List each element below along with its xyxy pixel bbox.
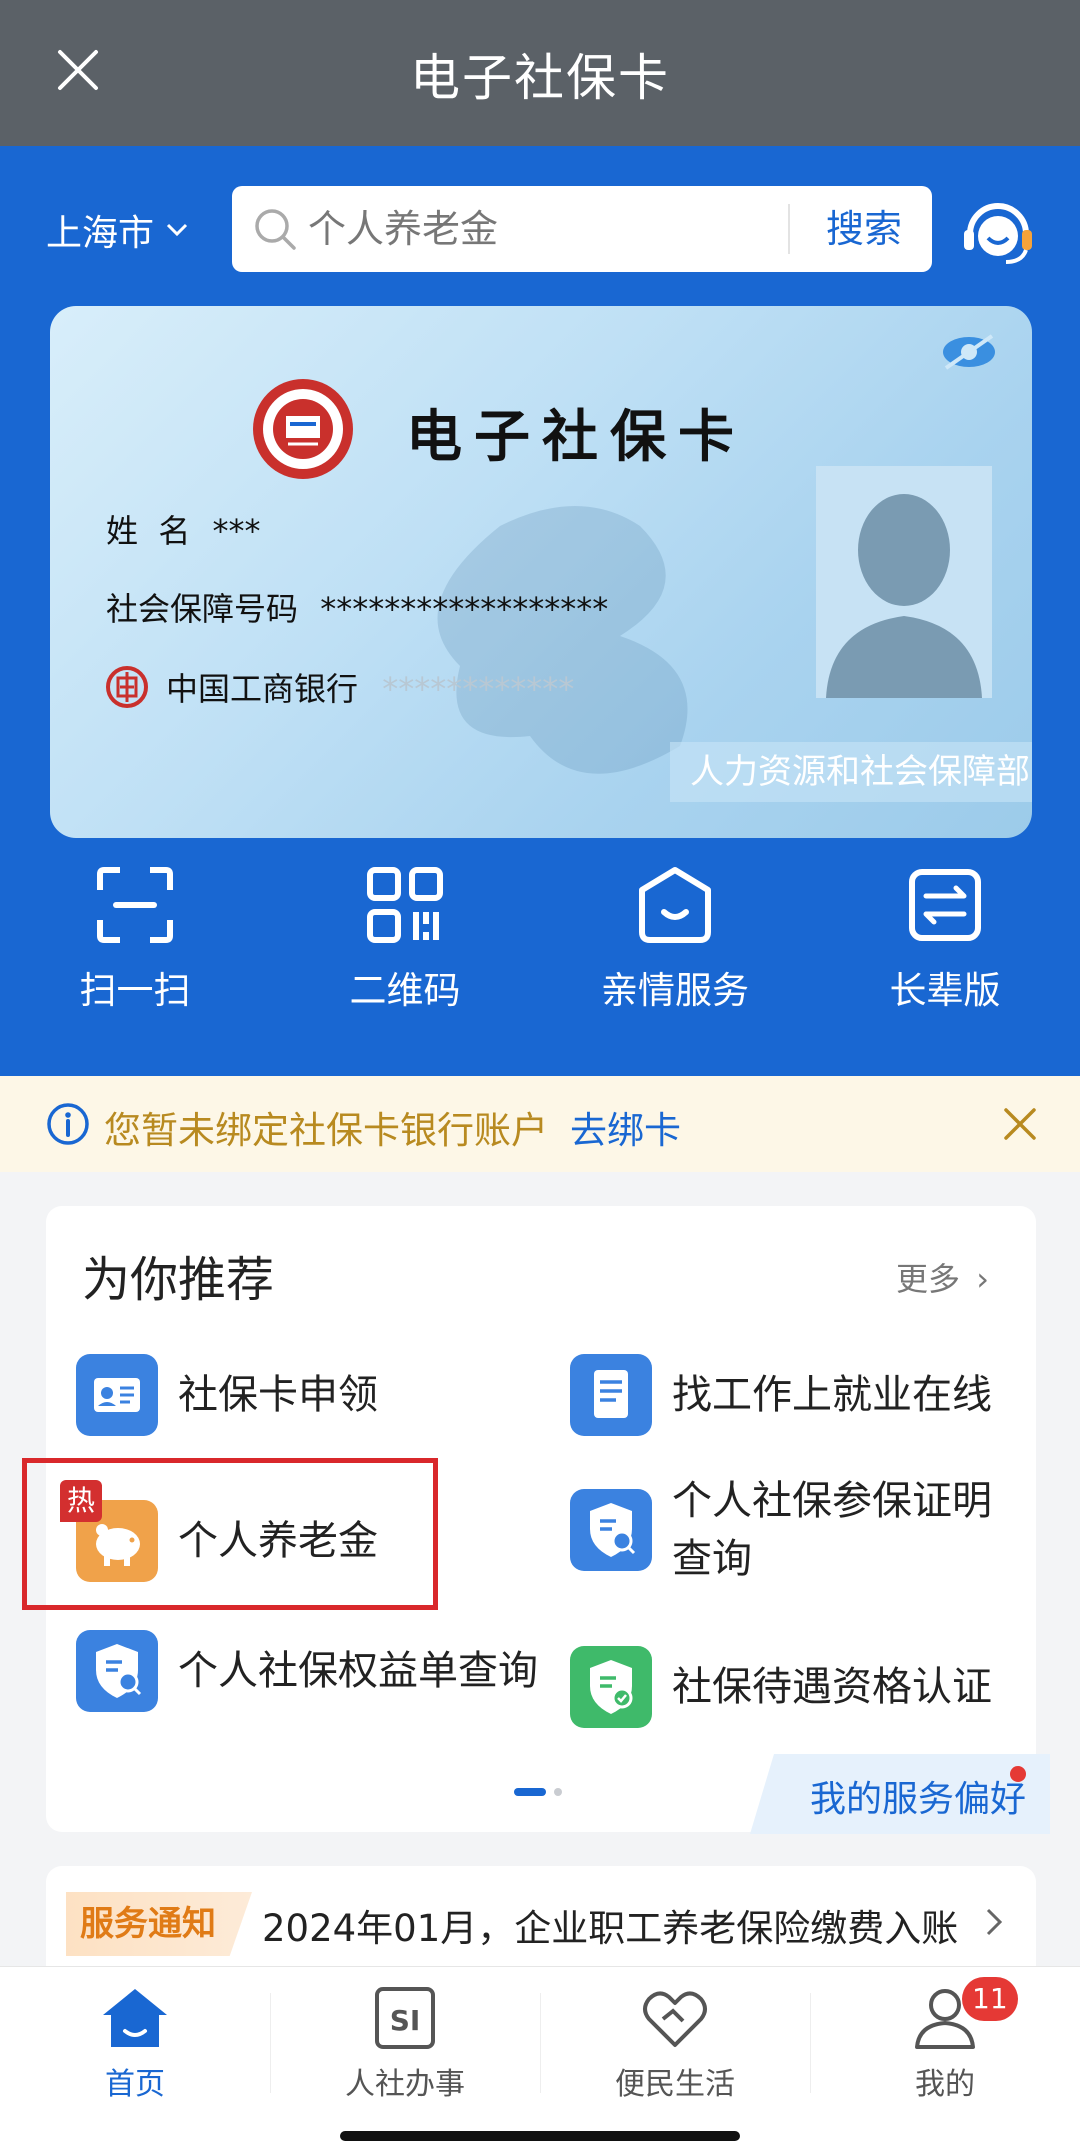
name-label: 姓 名 xyxy=(106,512,191,550)
recommend-item[interactable]: 个人社保参保证明查询 xyxy=(570,1472,1030,1588)
bind-card-notice: 您暂未绑定社保卡银行账户 去绑卡 xyxy=(0,1076,1080,1172)
elder-mode-icon xyxy=(909,869,981,941)
shield-search-icon xyxy=(76,1630,158,1712)
tab-label: 首页 xyxy=(105,2067,165,2102)
city-selector[interactable]: 上海市 xyxy=(46,204,190,256)
qrcode-label: 二维码 xyxy=(349,969,461,1012)
ssn-row: 社会保障号码 ****************** xyxy=(106,584,608,630)
more-label: 更多 xyxy=(896,1260,961,1298)
header-area: 上海市 搜索 xyxy=(0,146,1080,1076)
page-indicator xyxy=(514,1788,562,1796)
info-icon xyxy=(47,1103,89,1145)
elder-mode-button[interactable]: 长辈版 xyxy=(830,866,1060,1014)
item-label: 找工作上就业在线 xyxy=(672,1372,992,1418)
tab-label: 我的 xyxy=(915,2067,975,2102)
page-dot xyxy=(554,1788,562,1796)
chevron-down-icon xyxy=(166,223,188,237)
home-indicator xyxy=(340,2131,740,2141)
avatar-photo xyxy=(816,466,992,698)
recommend-item[interactable]: 社保卡申领 xyxy=(76,1354,378,1436)
si-icon: SI xyxy=(375,1987,435,2049)
more-link[interactable]: 更多 › xyxy=(896,1254,989,1300)
tab-mine[interactable]: 11 我的 xyxy=(810,1977,1080,2103)
service-notice-tag: 服务通知 xyxy=(66,1892,252,1956)
page-dot-active xyxy=(514,1788,546,1796)
service-notification[interactable]: 服务通知 2024年01月，企业职工养老保险缴费入账 xyxy=(46,1866,1036,1976)
item-label: 个人社保参保证明查询 xyxy=(672,1478,992,1582)
highlight-frame xyxy=(22,1458,438,1610)
qrcode-icon xyxy=(367,867,443,943)
recommend-item[interactable]: 个人社保权益单查询 xyxy=(76,1630,546,1712)
home-icon xyxy=(103,1989,167,2047)
recommend-title: 为你推荐 xyxy=(82,1252,275,1308)
name-row: 姓 名 *** xyxy=(106,506,261,552)
chevron-right-icon: › xyxy=(976,1260,989,1298)
bank-name: 中国工商银行 xyxy=(166,670,359,708)
tab-home[interactable]: 首页 xyxy=(0,1985,270,2103)
bind-card-link[interactable]: 去绑卡 xyxy=(570,1100,681,1154)
search-button[interactable]: 搜索 xyxy=(804,202,924,256)
issuer-label: 人力资源和社会保障部 xyxy=(670,742,1032,802)
family-service-icon xyxy=(639,867,711,943)
service-preference-button[interactable]: 我的服务偏好 xyxy=(750,1754,1050,1834)
chevron-right-icon xyxy=(986,1908,1003,1936)
document-icon xyxy=(570,1354,652,1436)
search-box: 搜索 xyxy=(232,186,932,272)
id-card-icon xyxy=(76,1354,158,1436)
heart-hand-icon xyxy=(643,1991,707,2047)
bank-account: ************ xyxy=(382,670,575,708)
notice-text: 您暂未绑定社保卡银行账户 xyxy=(104,1109,548,1152)
notification-badge: 11 xyxy=(962,1977,1018,2021)
page-title: 电子社保卡 xyxy=(410,49,670,107)
item-label: 个人社保权益单查询 xyxy=(178,1648,538,1694)
tab-convenience[interactable]: 便民生活 xyxy=(540,1985,810,2103)
svg-text:SI: SI xyxy=(390,2004,421,2037)
search-divider xyxy=(788,204,790,254)
bottom-nav: 首页 SI 人社办事 便民生活 11 我的 xyxy=(0,1966,1080,2150)
close-icon[interactable] xyxy=(1000,1104,1040,1144)
item-label: 社保待遇资格认证 xyxy=(672,1664,992,1710)
shield-search-icon xyxy=(570,1489,652,1571)
eye-icon[interactable] xyxy=(940,332,998,372)
scan-icon xyxy=(97,867,173,943)
service-notice-text: 2024年01月，企业职工养老保险缴费入账 xyxy=(262,1907,959,1950)
recommend-item[interactable]: 找工作上就业在线 xyxy=(570,1354,992,1436)
tab-label: 人社办事 xyxy=(345,2067,465,2102)
name-value: *** xyxy=(212,512,261,550)
customer-service-icon[interactable] xyxy=(960,190,1036,270)
title-bar: 电子社保卡 xyxy=(0,0,1080,146)
bank-row: 中国工商银行 ************ xyxy=(166,664,574,710)
qrcode-button[interactable]: 二维码 xyxy=(290,866,520,1014)
city-label: 上海市 xyxy=(46,213,155,254)
icbc-logo-icon xyxy=(106,666,148,708)
search-input[interactable] xyxy=(308,200,708,258)
shield-check-icon xyxy=(570,1646,652,1728)
ssn-label: 社会保障号码 xyxy=(106,590,299,628)
family-service-button[interactable]: 亲情服务 xyxy=(560,866,790,1014)
tab-hr-affairs[interactable]: SI 人社办事 xyxy=(270,1985,540,2103)
recommend-item[interactable]: 社保待遇资格认证 xyxy=(570,1646,992,1728)
card-title: 电子社保卡 xyxy=(406,404,746,470)
family-service-label: 亲情服务 xyxy=(601,969,749,1012)
scan-label: 扫一扫 xyxy=(79,969,191,1012)
item-label: 社保卡申领 xyxy=(178,1372,378,1418)
social-security-emblem-icon xyxy=(253,379,353,479)
preference-label: 我的服务偏好 xyxy=(810,1779,1027,1820)
search-icon xyxy=(255,209,296,250)
social-security-card[interactable]: 电子社保卡 姓 名 *** 社会保障号码 ****************** … xyxy=(50,306,1032,838)
notification-dot xyxy=(1010,1766,1026,1782)
scan-button[interactable]: 扫一扫 xyxy=(20,866,250,1014)
ssn-value: ****************** xyxy=(320,590,609,628)
tab-label: 便民生活 xyxy=(615,2067,735,2102)
elder-mode-label: 长辈版 xyxy=(889,969,1001,1012)
